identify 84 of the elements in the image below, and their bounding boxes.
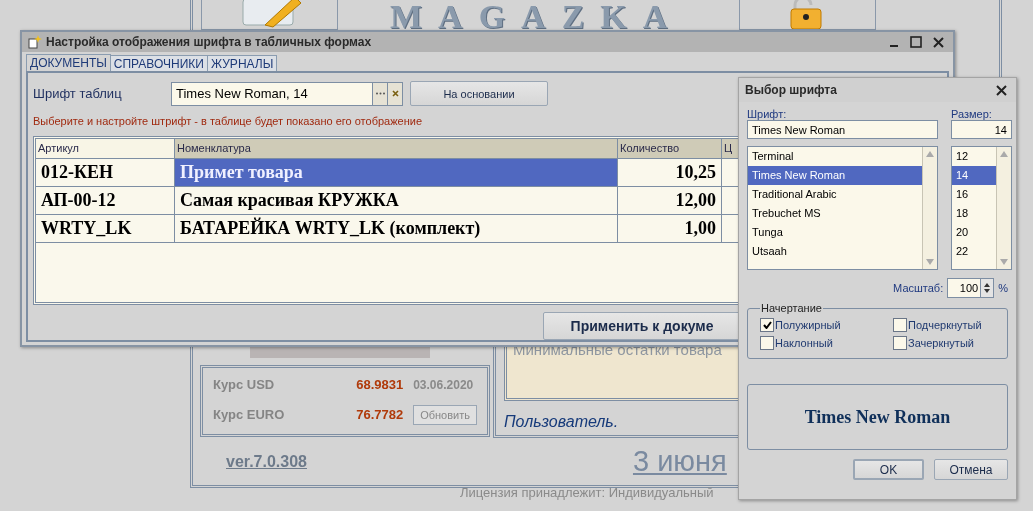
scroll-up-icon: [1000, 151, 1008, 157]
scroll-down-icon: [926, 259, 934, 265]
table-cell: Примет товара: [175, 159, 618, 187]
minimize-icon: [890, 45, 898, 47]
app-logo: MAGAZKA: [390, 3, 684, 30]
tab[interactable]: СПРАВОЧНИКИ: [109, 55, 208, 71]
user-label: Пользователь.: [504, 413, 619, 431]
checkbox-label: Подчеркнутый: [908, 319, 982, 331]
checkbox[interactable]: [760, 318, 774, 332]
tool-tile[interactable]: [201, 0, 338, 30]
font-label: Шрифт:: [747, 108, 788, 120]
style-checkbox[interactable]: Подчеркнутый: [893, 318, 999, 332]
license-text: Лицензия принадлежит: Индивидуальный: [460, 485, 714, 500]
window-icon: [28, 35, 42, 49]
spin-buttons[interactable]: [981, 278, 995, 298]
hint-text: Выберите и настройте штрифт - в таблице будет показано его отображение: [33, 115, 423, 127]
style-checkbox[interactable]: Зачеркнутый: [893, 336, 999, 350]
table-cell: Самая красивая КРУЖКА: [175, 187, 618, 215]
close-icon: [932, 36, 944, 48]
cancel-button[interactable]: Отмена: [934, 459, 1008, 480]
font-list-item[interactable]: Trebuchet MS: [748, 204, 922, 223]
currency-label: Курс EURO: [213, 407, 286, 423]
currency-label: Курс USD: [213, 377, 276, 393]
column-header[interactable]: Номенклатура: [175, 139, 618, 159]
checkbox-label: Полужирный: [775, 319, 841, 331]
clear-icon: [391, 90, 399, 97]
tab[interactable]: ЖУРНАЛЫ: [206, 55, 278, 71]
up-down-arrows-icon: [984, 282, 991, 294]
maximize-icon: [910, 36, 922, 48]
size-list-item[interactable]: 18: [952, 204, 996, 223]
scroll-down-icon: [1000, 259, 1008, 265]
check-icon: [762, 321, 772, 329]
size-label: Размер:: [951, 108, 993, 120]
checkbox[interactable]: [893, 318, 907, 332]
close-icon: [995, 84, 1007, 96]
font-preview: Times New Roman: [804, 406, 951, 428]
font-list-item[interactable]: Traditional Arabic: [748, 185, 922, 204]
size-list-item[interactable]: 16: [952, 185, 996, 204]
maximize-button[interactable]: [907, 33, 925, 51]
font-size-field[interactable]: 14: [951, 120, 1012, 139]
table-cell: 12,00: [618, 187, 722, 215]
dialog-title: Выбор шрифта: [745, 83, 838, 97]
scale-field[interactable]: 100: [947, 278, 982, 298]
browse-button[interactable]: [373, 81, 388, 106]
ellipsis-icon: [375, 92, 385, 95]
rate-date: 03.06.2020: [413, 377, 475, 392]
font-list-item[interactable]: Times New Roman: [748, 166, 922, 185]
apply-button[interactable]: Применить к докуме: [543, 312, 741, 340]
style-checkbox[interactable]: Наклонный: [760, 336, 893, 350]
checkbox[interactable]: [893, 336, 907, 350]
based-on-button[interactable]: На основании: [410, 81, 548, 106]
font-name-field[interactable]: Times New Roman: [747, 120, 938, 139]
scrollbar[interactable]: [922, 147, 937, 269]
table-cell: 1,00: [618, 215, 722, 243]
font-list-item[interactable]: Terminal: [748, 147, 922, 166]
size-list-item[interactable]: 22: [952, 242, 996, 261]
scroll-up-icon: [926, 151, 934, 157]
scale-label: Масштаб:: [893, 282, 944, 294]
style-checkbox[interactable]: Полужирный: [760, 318, 893, 332]
size-list-item[interactable]: 20: [952, 223, 996, 242]
ok-button[interactable]: OK: [853, 459, 924, 480]
clear-button[interactable]: [388, 81, 403, 106]
scrollbar[interactable]: [996, 147, 1011, 269]
field-label: Шрифт таблиц: [33, 86, 123, 101]
tab[interactable]: ДОКУМЕНТЫ: [26, 54, 111, 71]
group-title: Начертание: [760, 302, 823, 314]
currency-rate: 68.9831: [356, 377, 404, 393]
window-title: Настройка отображения шрифта в табличных формах: [46, 35, 373, 49]
size-list-item[interactable]: 14: [952, 166, 996, 185]
percent-sign: %: [998, 282, 1008, 294]
table-cell: АП-00-12: [36, 187, 175, 215]
checkbox-label: Наклонный: [775, 337, 833, 349]
table-cell: 10,25: [618, 159, 722, 187]
table-cell: БАТАРЕЙКА WRTY_LK (комплект): [175, 215, 618, 243]
size-list-item[interactable]: 12: [952, 147, 996, 166]
font-field[interactable]: Times New Roman, 14: [171, 81, 373, 106]
checkbox[interactable]: [760, 336, 774, 350]
font-list-item[interactable]: Tunga: [748, 223, 922, 242]
font-list-item[interactable]: Utsaah: [748, 242, 922, 261]
table-cell: WRTY_LK: [36, 215, 175, 243]
currency-rate: 76.7782: [356, 407, 404, 423]
column-header[interactable]: Количество: [618, 139, 722, 159]
column-header[interactable]: Артикул: [36, 139, 175, 159]
checkbox-label: Зачеркнутый: [908, 337, 974, 349]
